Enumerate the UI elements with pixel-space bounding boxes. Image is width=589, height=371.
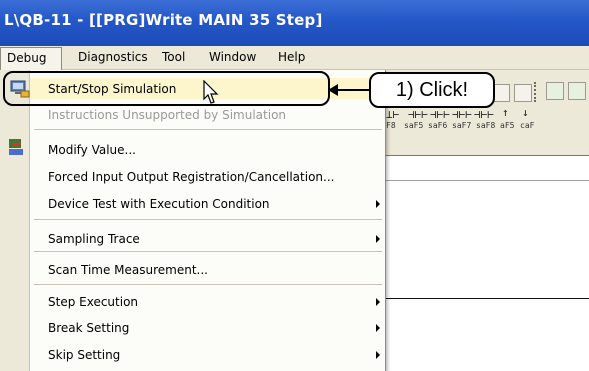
menu-tool[interactable]: Tool [162,50,185,64]
submenu-arrow-icon [376,200,380,208]
toolbar-glyph: ⊣⊢⊢ [452,108,472,121]
toolbar-glyph: ⊥⊢ [386,108,400,121]
menu-item-break-setting[interactable]: Break Setting [48,317,129,339]
menu-diagnostics[interactable]: Diagnostics [78,50,148,64]
menu-item-instructions-unsupported: Instructions Unsupported by Simulation [48,108,287,122]
title-bar: L\QB-11 - [[PRG]Write MAIN 35 Step] [0,0,589,46]
simulation-monitor-icon [10,80,30,98]
menu-item-device-test[interactable]: Device Test with Execution Condition [48,193,270,215]
submenu-arrow-icon [376,298,380,306]
mouse-cursor-icon [203,80,219,104]
callout-label: 1) Click! [369,72,495,108]
toolbar-label: saF5 [404,121,424,130]
submenu-arrow-icon [376,235,380,243]
callout-arrow-line [336,89,369,91]
toolbar-label: aF5 [500,121,515,130]
left-tool-strip [0,70,30,371]
menu-debug[interactable]: Debug [0,47,62,70]
toolbar-glyph: ⊣⊢⊢ [474,108,494,121]
menu-separator [34,219,382,220]
submenu-arrow-icon [376,324,380,332]
toolbar-glyph: ⊣⊢⊢ [430,108,450,121]
menu-item-modify-value[interactable]: Modify Value... [48,139,136,161]
workspace-border [382,155,589,156]
ladder-insert-icon[interactable] [546,82,564,100]
menu-separator [34,129,382,130]
toolbar-label: saF6 [428,121,448,130]
toolbar-label: saF8 [476,121,496,130]
toolbar-dropdown-button[interactable] [514,84,532,102]
menu-window[interactable]: Window [209,50,256,64]
toolbar-glyph: ⊣⊢⊢ [408,108,428,121]
ladder-insert-icon[interactable] [568,82,586,100]
menu-separator [34,284,382,285]
toolbar-label: F8 [386,121,396,130]
device-modify-icon[interactable] [8,138,24,156]
menu-separator [34,251,382,252]
menu-item-step-execution[interactable]: Step Execution [48,291,138,313]
workspace-border [382,180,589,181]
toolbar-grip [534,82,538,102]
menu-help[interactable]: Help [278,50,305,64]
toolbar-label: saF7 [452,121,472,130]
menu-item-skip-setting[interactable]: Skip Setting [48,344,120,366]
toolbar-glyph: ↓ [522,106,529,119]
ladder-rung-line [386,298,589,299]
menu-item-start-stop-simulation[interactable]: Start/Stop Simulation [48,78,176,100]
toolbar-label: caF [520,121,535,130]
submenu-arrow-icon [376,351,380,359]
window-title: L\QB-11 - [[PRG]Write MAIN 35 Step] [4,11,323,29]
menu-item-sampling-trace[interactable]: Sampling Trace [48,228,140,250]
menu-item-scan-time-measurement[interactable]: Scan Time Measurement... [48,259,208,281]
ladder-workspace[interactable] [378,155,589,371]
toolbar-glyph: ↑ [502,106,509,119]
menu-item-forced-io-registration[interactable]: Forced Input Output Registration/Cancell… [48,166,334,188]
menu-bar: Debug Diagnostics Tool Window Help [0,46,589,70]
